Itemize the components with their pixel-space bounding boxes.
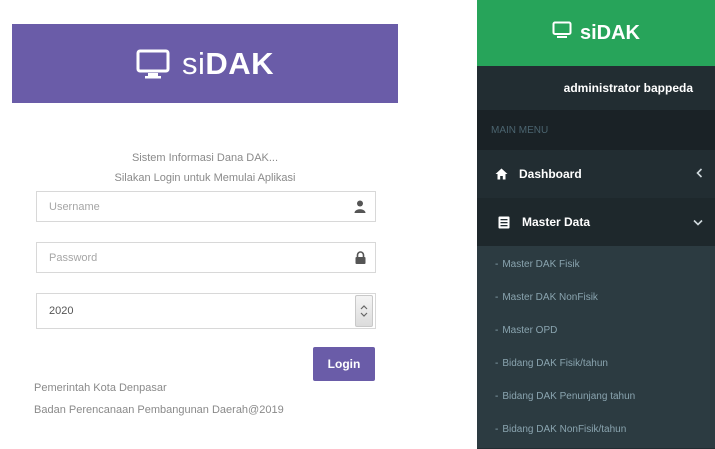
- sidebar-item-label: Dashboard: [519, 167, 582, 181]
- password-input[interactable]: [37, 243, 345, 272]
- chevron-left-icon: [696, 167, 703, 181]
- intro-text: Sistem Informasi Dana DAK... Silakan Log…: [40, 148, 370, 188]
- brand-name: siDAK: [181, 45, 275, 81]
- sidebar-brand[interactable]: siDAK: [552, 21, 640, 45]
- sidebar: siDAK administrator bappeda MAIN MENU Da…: [477, 0, 715, 449]
- sidebar-brand-name: siDAK: [579, 21, 640, 44]
- lock-icon: [345, 251, 375, 264]
- monitor-icon: [552, 21, 572, 45]
- submenu-item[interactable]: - Master DAK NonFisik: [477, 281, 715, 314]
- login-footer: Pemerintah Kota Denpasar Badan Perencana…: [34, 377, 284, 421]
- sidebar-submenu: - Master DAK Fisik - Master DAK NonFisik -…: [477, 246, 715, 448]
- username-input[interactable]: [37, 192, 345, 221]
- submenu-item[interactable]: - Bidang DAK Fisik/tahun: [477, 347, 715, 380]
- sidebar-user-name: administrator bappeda: [563, 81, 693, 95]
- year-select[interactable]: 2020: [36, 293, 376, 329]
- username-field: [36, 191, 376, 222]
- sidebar-item-label: Master Data: [522, 215, 591, 229]
- footer-line-2: Badan Perencanaan Pembangunan Daerah@201…: [34, 404, 284, 416]
- user-icon: [345, 200, 375, 213]
- spinner-arrows-icon[interactable]: [355, 295, 373, 327]
- login-button[interactable]: Login: [313, 347, 375, 381]
- chevron-down-icon: [693, 215, 703, 229]
- intro-line-1: Sistem Informasi Dana DAK...: [131, 152, 279, 164]
- intro-line-2: Silakan Login untuk Memulai Aplikasi: [114, 172, 296, 184]
- sidebar-item-dashboard[interactable]: Dashboard: [477, 150, 715, 198]
- submenu-item[interactable]: - Master OPD: [477, 314, 715, 347]
- submenu-item[interactable]: - Bidang DAK NonFisik/tahun: [477, 413, 715, 446]
- sidebar-item-master-data[interactable]: Master Data: [477, 198, 715, 246]
- sidebar-header: siDAK: [477, 0, 715, 66]
- database-icon: [498, 216, 512, 229]
- password-field: [36, 242, 376, 273]
- monitor-icon: [136, 49, 170, 79]
- submenu-item[interactable]: - Bidang DAK Penunjang tahun: [477, 380, 715, 413]
- brand-logo: siDAK: [136, 46, 274, 82]
- sidebar-section-label: MAIN MENU: [477, 110, 715, 150]
- dashboard-icon: [495, 168, 509, 180]
- submenu-item[interactable]: - Master DAK Fisik: [477, 248, 715, 281]
- login-header: siDAK: [12, 24, 398, 103]
- year-select-value: 2020: [49, 305, 74, 317]
- login-panel: siDAK Sistem Informasi Dana DAK... Silak…: [0, 0, 400, 449]
- footer-line-1: Pemerintah Kota Denpasar: [34, 382, 167, 394]
